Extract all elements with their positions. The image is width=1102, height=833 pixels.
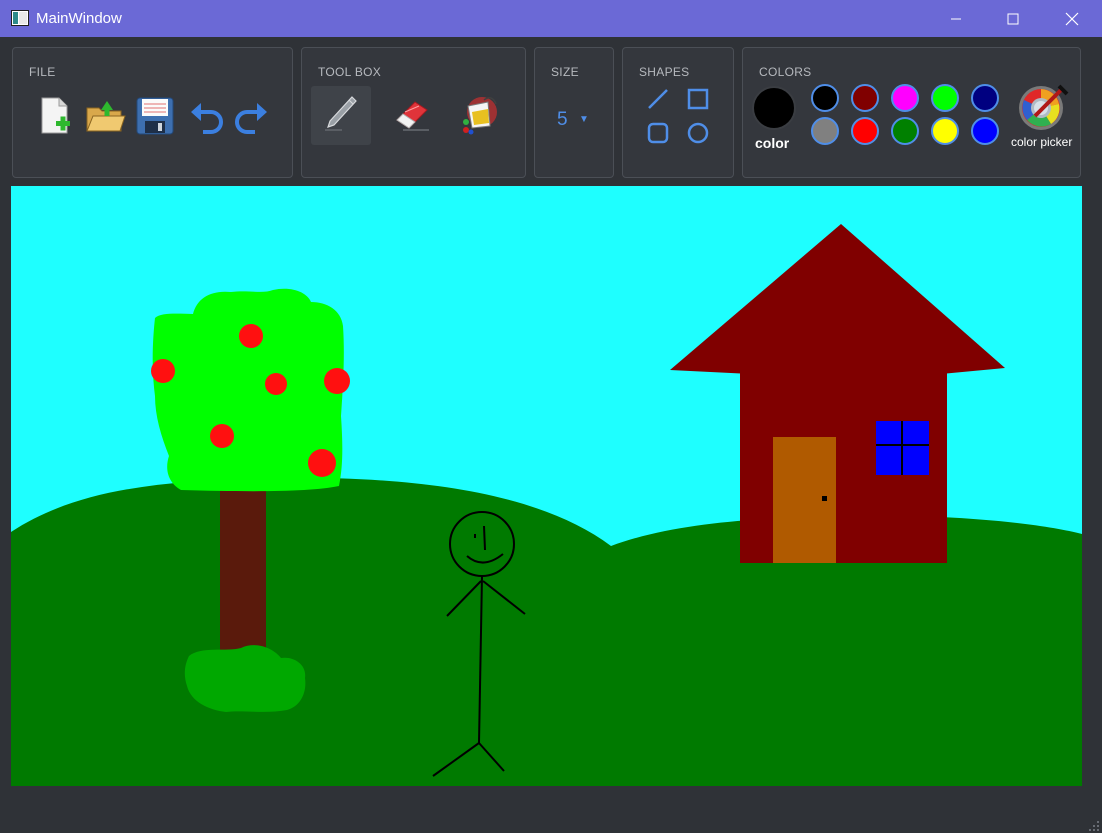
size-group: SIZE 5 ▼ <box>534 47 614 178</box>
eraser-icon <box>391 96 433 137</box>
fill-bucket-icon <box>458 92 502 141</box>
title-bar[interactable]: MainWindow <box>0 0 1102 37</box>
size-dropdown[interactable]: 5 ▼ <box>535 98 613 138</box>
current-color-swatch[interactable] <box>752 86 796 130</box>
color-picker-icon <box>1017 82 1069 137</box>
redo-button[interactable] <box>233 100 269 138</box>
apple <box>151 359 175 383</box>
close-button[interactable] <box>1043 0 1101 37</box>
circle-icon <box>686 121 710 150</box>
shapes-group-title: SHAPES <box>639 65 690 79</box>
toolbox-group: TOOL BOX <box>301 47 526 178</box>
rectangle-button[interactable] <box>685 88 711 114</box>
size-value: 5 <box>557 109 568 130</box>
color-swatch[interactable] <box>851 117 879 145</box>
line-button[interactable] <box>645 88 671 114</box>
tree-trunk <box>220 486 266 656</box>
apple <box>324 368 350 394</box>
undo-icon <box>189 100 225 139</box>
status-bar <box>0 786 1102 833</box>
close-icon <box>1065 12 1079 26</box>
apple <box>265 373 287 395</box>
file-group: FILE <box>12 47 293 178</box>
apple <box>210 424 234 448</box>
shapes-group: SHAPES <box>622 47 734 178</box>
colors-group: COLORS color color picker <box>742 47 1081 178</box>
color-swatch[interactable] <box>971 117 999 145</box>
save-icon <box>135 96 175 141</box>
pencil-button[interactable] <box>311 86 371 145</box>
app-window-icon <box>11 10 29 26</box>
new-file-icon <box>37 96 73 141</box>
open-folder-icon <box>84 96 126 141</box>
apple <box>308 449 336 477</box>
color-picker-label: color picker <box>1011 135 1073 149</box>
door-knob <box>822 496 827 501</box>
fill-button[interactable] <box>454 90 506 142</box>
maximize-icon <box>1007 13 1019 25</box>
rounded-rectangle-icon <box>646 121 670 150</box>
color-swatch[interactable] <box>931 84 959 112</box>
color-swatch[interactable] <box>851 84 879 112</box>
new-file-button[interactable] <box>33 96 77 140</box>
house-roof <box>670 224 1005 374</box>
circle-button[interactable] <box>685 122 711 148</box>
size-group-title: SIZE <box>551 65 579 79</box>
apple <box>239 324 263 348</box>
colors-group-title: COLORS <box>759 65 812 79</box>
color-swatch[interactable] <box>891 117 919 145</box>
toolbar: FILE TOOL BOX SIZE 5 ▼ SHAPES COLORS col… <box>0 37 1102 186</box>
save-button[interactable] <box>133 96 177 140</box>
canvas-drawing <box>11 224 1082 786</box>
line-icon <box>646 87 670 116</box>
rounded-rectangle-button[interactable] <box>645 122 671 148</box>
color-swatch[interactable] <box>891 84 919 112</box>
resize-grip-icon[interactable] <box>1088 819 1100 831</box>
rectangle-icon <box>686 87 710 116</box>
color-picker-button[interactable] <box>1015 84 1071 134</box>
pencil-icon <box>322 93 360 138</box>
maximize-button[interactable] <box>984 0 1042 37</box>
file-group-title: FILE <box>29 65 56 79</box>
color-swatch[interactable] <box>811 117 839 145</box>
undo-button[interactable] <box>189 100 225 138</box>
drawing-canvas[interactable] <box>11 186 1082 786</box>
window-title: MainWindow <box>36 10 122 27</box>
minimize-button[interactable] <box>927 0 985 37</box>
toolbox-group-title: TOOL BOX <box>318 65 382 79</box>
color-swatch[interactable] <box>971 84 999 112</box>
color-swatch[interactable] <box>811 84 839 112</box>
main-window: MainWindow FILE TOOL BOX SIZE 5 ▼ SHAPES… <box>0 0 1102 833</box>
color-swatch[interactable] <box>931 117 959 145</box>
current-color-label: color <box>755 135 790 151</box>
chevron-down-icon: ▼ <box>579 114 589 125</box>
redo-icon <box>233 100 269 139</box>
eraser-button[interactable] <box>387 90 437 142</box>
open-button[interactable] <box>83 96 127 140</box>
minimize-icon <box>950 13 962 25</box>
